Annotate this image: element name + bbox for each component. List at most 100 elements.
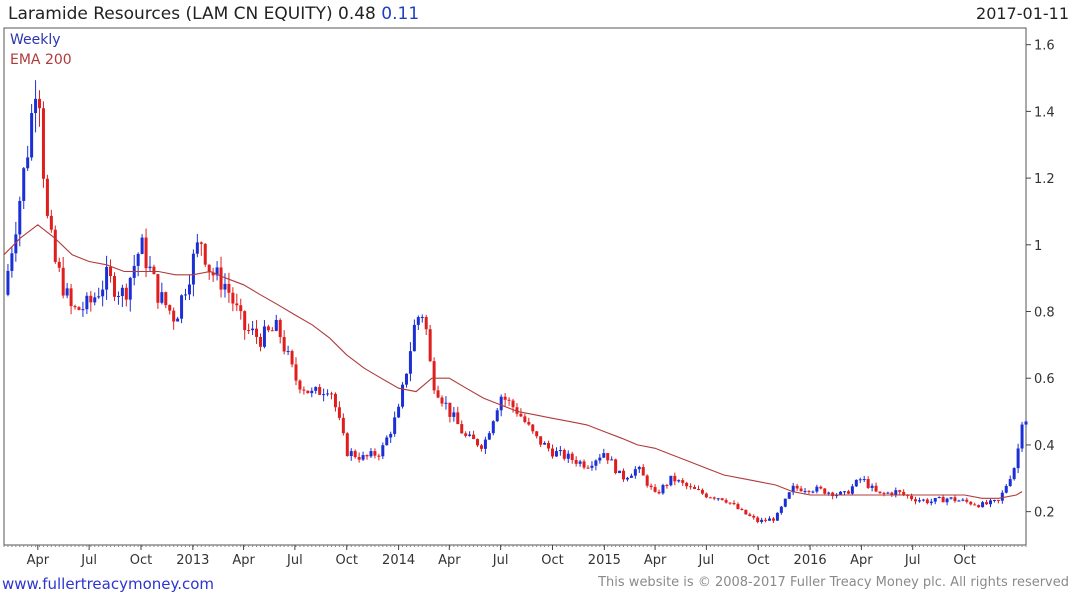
x-tick-label: Oct — [747, 553, 769, 568]
candle-body — [854, 479, 858, 487]
candle-body — [645, 475, 649, 486]
candle-body — [704, 493, 708, 498]
candle-body — [49, 215, 53, 230]
y-axis: 0.2 0.4 0.6 0.8 1 1.2 1.4 1.6 — [1026, 39, 1055, 521]
candle-body — [724, 500, 728, 503]
candle-body — [89, 295, 93, 303]
y-tick-label: 1 — [1034, 239, 1042, 254]
candle-body — [290, 351, 294, 365]
candle-body — [594, 460, 598, 466]
x-tick-label: 2014 — [382, 553, 415, 568]
candle-body — [736, 504, 740, 510]
x-tick-label: 2015 — [588, 553, 621, 568]
candle-body — [681, 480, 685, 483]
candle-body — [811, 491, 815, 493]
candle-body — [85, 295, 89, 310]
candle-body — [961, 499, 965, 501]
price-change: 0.11 — [381, 4, 420, 24]
candle-body — [693, 486, 697, 489]
candle-body — [61, 267, 65, 296]
x-tick-label: 2016 — [794, 553, 827, 568]
candle-body — [97, 296, 101, 298]
candle-body — [479, 445, 483, 449]
site-link[interactable]: www.fullertreacymoney.com — [2, 575, 214, 593]
candle-body — [752, 515, 756, 518]
candle-body — [539, 436, 543, 445]
candle-body — [598, 457, 602, 461]
candle-body — [531, 424, 535, 432]
candle-body — [949, 497, 953, 499]
candle-body — [53, 229, 57, 262]
candle-body — [282, 337, 286, 352]
y-tick-label: 1.2 — [1034, 172, 1055, 187]
candle-body — [310, 390, 314, 394]
candle-body — [247, 330, 251, 332]
candle-body — [322, 394, 326, 396]
candle-body — [468, 434, 472, 436]
candle-body — [957, 500, 961, 502]
candle-body — [385, 437, 389, 446]
candle-body — [992, 500, 996, 502]
candle-body — [760, 519, 764, 522]
candle-body — [156, 274, 160, 303]
candle-body — [258, 336, 262, 347]
candle-body — [124, 287, 128, 300]
candle-body — [921, 499, 925, 501]
candle-body — [1020, 424, 1024, 449]
candle-body — [160, 292, 164, 303]
candle-body — [728, 502, 732, 504]
candle-body — [625, 477, 629, 480]
candle-body — [460, 424, 464, 434]
candle-body — [401, 384, 405, 407]
candle-body — [191, 253, 195, 285]
candle-body — [345, 433, 349, 457]
candle-body — [787, 492, 791, 499]
candle-body — [965, 499, 969, 502]
candle-body — [633, 469, 637, 476]
candle-body — [270, 330, 274, 332]
candle-body — [436, 390, 440, 398]
candle-body — [262, 326, 266, 347]
candle-body — [109, 266, 113, 277]
x-tick-label: Jul — [80, 553, 97, 568]
candle-body — [720, 498, 724, 501]
candle-body — [337, 407, 341, 418]
candle-body — [768, 518, 772, 521]
candle-body — [547, 442, 551, 449]
candle-body — [184, 294, 188, 296]
candle-body — [1024, 421, 1028, 425]
candle-body — [81, 309, 85, 311]
candle-body — [499, 396, 503, 411]
candle-body — [846, 491, 850, 494]
candle-body — [732, 502, 736, 505]
candle-body — [381, 445, 385, 457]
x-tick-label: Oct — [541, 553, 563, 568]
candle-body — [716, 498, 720, 500]
candle-body — [365, 455, 369, 457]
candle-body — [491, 421, 495, 434]
candle-body — [685, 482, 689, 487]
legend-weekly: Weekly — [10, 32, 61, 48]
x-tick-label: Apr — [27, 553, 50, 568]
y-tick-label: 1.6 — [1034, 39, 1055, 54]
candle-body — [412, 324, 416, 352]
candle-body — [41, 108, 45, 179]
candle-body — [302, 389, 306, 391]
candle-body — [116, 296, 120, 298]
candle-body — [314, 387, 318, 391]
candle-body — [775, 512, 779, 521]
candle-body — [428, 329, 432, 362]
candle-body — [945, 498, 949, 503]
candle-body — [255, 328, 259, 337]
candle-body — [602, 453, 606, 458]
x-tick-label: Apr — [438, 553, 461, 568]
candle-body — [227, 283, 231, 293]
candle-body — [306, 390, 310, 394]
x-tick-label: Oct — [130, 553, 152, 568]
candle-body — [795, 485, 799, 489]
candle-body — [925, 499, 929, 504]
candle-body — [823, 488, 827, 494]
candle-body — [566, 453, 570, 459]
candle-body — [969, 501, 973, 505]
candle-body — [440, 397, 444, 404]
